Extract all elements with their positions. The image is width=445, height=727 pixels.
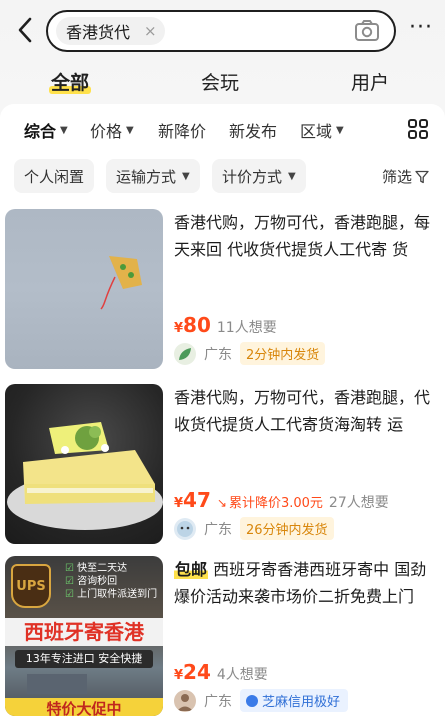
- clear-query-icon[interactable]: ×: [144, 22, 157, 40]
- sesame-credit-icon: [246, 694, 258, 707]
- thumb-feature-list: ☑ 快至二天达 ☑ 咨询秒回 ☑ 上门取件派送到门: [65, 562, 157, 601]
- shipping-tag: 2分钟内发货: [240, 342, 326, 365]
- item-title-text: 西班牙寄香港西班牙寄中 国劲爆价活动来袭市场价二折免费上门: [174, 560, 427, 606]
- top-bar: 香港货代 × ···: [0, 0, 445, 60]
- want-count: 27人想要: [328, 495, 389, 511]
- shipping-tag: 26分钟内发货: [240, 517, 334, 540]
- tab-play-label: 会玩: [201, 72, 240, 94]
- results-sheet: 综合 ▼ 价格 ▼ 新降价 新发布 区域 ▼ 个人闲置 运输方式 ▼ 计价方式 …: [0, 104, 445, 727]
- want-count: 11人想要: [216, 320, 277, 336]
- thumb-feature: ☑ 快至二天达: [65, 563, 128, 574]
- tab-play[interactable]: 会玩: [201, 68, 239, 95]
- kite-image: [100, 256, 142, 310]
- tab-users[interactable]: 用户: [351, 68, 389, 95]
- item-price: 47: [183, 488, 211, 512]
- back-arrow-icon[interactable]: [14, 14, 38, 46]
- truck-shape: [27, 674, 87, 694]
- price-drop-label: 累计降价3.00元: [228, 496, 323, 511]
- item-title: 香港代购，万物可代，香港跑腿，每天来回 代收货代提货人工代寄 货: [174, 213, 431, 259]
- item-thumbnail[interactable]: [5, 209, 163, 369]
- seller-avatar[interactable]: [174, 689, 196, 712]
- sort-new-post-label: 新发布: [229, 122, 278, 141]
- free-shipping-badge: 包邮: [174, 560, 209, 579]
- funnel-icon: [415, 170, 429, 183]
- price-drop-icon: ↘: [216, 496, 227, 510]
- item-location: 广东: [204, 693, 232, 710]
- filter-shipping-label: 运输方式: [116, 167, 177, 186]
- more-menu-icon[interactable]: ···: [409, 17, 433, 39]
- filter-bar: 个人闲置 运输方式 ▼ 计价方式 ▼ 筛选: [0, 159, 445, 195]
- currency-symbol: ¥: [174, 321, 184, 336]
- tab-all-label: 全部: [51, 72, 90, 94]
- item-price: 80: [183, 313, 211, 337]
- thumb-promo: 特价大促中: [5, 698, 163, 716]
- chevron-down-icon: ▼: [288, 170, 296, 182]
- sort-region-label: 区域: [300, 122, 333, 141]
- chevron-down-icon: ▼: [60, 124, 68, 136]
- face-icon: [177, 520, 193, 537]
- filter-shipping[interactable]: 运输方式 ▼: [106, 159, 200, 193]
- thumb-feature: ☑ 咨询秒回: [65, 576, 118, 587]
- filter-personal[interactable]: 个人闲置: [14, 159, 95, 193]
- tab-users-label: 用户: [351, 72, 390, 94]
- chevron-down-icon: ▼: [126, 124, 134, 136]
- credit-tag-label: 芝麻信用极好: [262, 695, 341, 710]
- currency-symbol: ¥: [174, 496, 184, 511]
- search-box[interactable]: 香港货代 ×: [46, 10, 396, 52]
- sort-price[interactable]: 价格 ▼: [90, 118, 134, 142]
- filter-pricing-label: 计价方式: [222, 167, 283, 186]
- sort-new-post[interactable]: 新发布: [229, 118, 277, 142]
- item-thumbnail[interactable]: [5, 384, 163, 544]
- sort-bar: 综合 ▼ 价格 ▼ 新降价 新发布 区域 ▼: [0, 104, 445, 152]
- seller-avatar[interactable]: [174, 517, 196, 540]
- grid-view-icon[interactable]: [407, 118, 429, 140]
- search-query-text: 香港货代: [66, 23, 131, 42]
- item-price: 24: [183, 660, 211, 684]
- camera-icon[interactable]: [354, 19, 380, 43]
- item-location: 广东: [204, 521, 232, 538]
- screen-filter-label: 筛选: [381, 168, 412, 186]
- person-icon: [177, 693, 193, 711]
- sort-price-label: 价格: [90, 122, 123, 141]
- currency-symbol: ¥: [174, 668, 184, 683]
- cake-image: [7, 422, 163, 530]
- main-tabs: 全部 会玩 用户: [0, 62, 445, 102]
- sort-new-drop[interactable]: 新降价: [158, 118, 206, 142]
- item-title: 香港代购，万物可代，香港跑腿，代收货代提货人工代寄货海淘转 运: [174, 388, 431, 434]
- chevron-down-icon: ▼: [182, 170, 190, 182]
- tab-all[interactable]: 全部: [49, 68, 92, 95]
- thumb-feature: ☑ 上门取件派送到门: [65, 589, 158, 600]
- filter-personal-label: 个人闲置: [24, 167, 85, 186]
- sort-region[interactable]: 区域 ▼: [300, 118, 344, 142]
- sort-overall[interactable]: 综合 ▼: [24, 118, 68, 142]
- thumb-subtitle: 13年专注进口 安全快捷: [15, 650, 153, 668]
- seller-avatar[interactable]: [174, 342, 196, 365]
- thumb-banner: 西班牙寄香港: [5, 618, 163, 646]
- item-thumbnail[interactable]: UPS ☑ 快至二天达 ☑ 咨询秒回 ☑ 上门取件派送到门 西班牙寄香港 13年…: [5, 556, 163, 716]
- credit-tag: 芝麻信用极好: [240, 689, 349, 712]
- item-location: 广东: [204, 346, 232, 363]
- item-title: 包邮 西班牙寄香港西班牙寄中 国劲爆价活动来袭市场价二折免费上门: [174, 556, 439, 610]
- filter-pricing[interactable]: 计价方式 ▼: [212, 159, 306, 193]
- chevron-down-icon: ▼: [336, 124, 344, 136]
- sort-new-drop-label: 新降价: [158, 122, 207, 141]
- search-query-chip[interactable]: 香港货代 ×: [56, 17, 165, 45]
- screen-filter-button[interactable]: 筛选: [382, 166, 429, 187]
- ups-logo: UPS: [11, 564, 51, 608]
- want-count: 4人想要: [216, 667, 268, 683]
- leaf-icon: [179, 347, 191, 360]
- sort-overall-label: 综合: [24, 122, 57, 141]
